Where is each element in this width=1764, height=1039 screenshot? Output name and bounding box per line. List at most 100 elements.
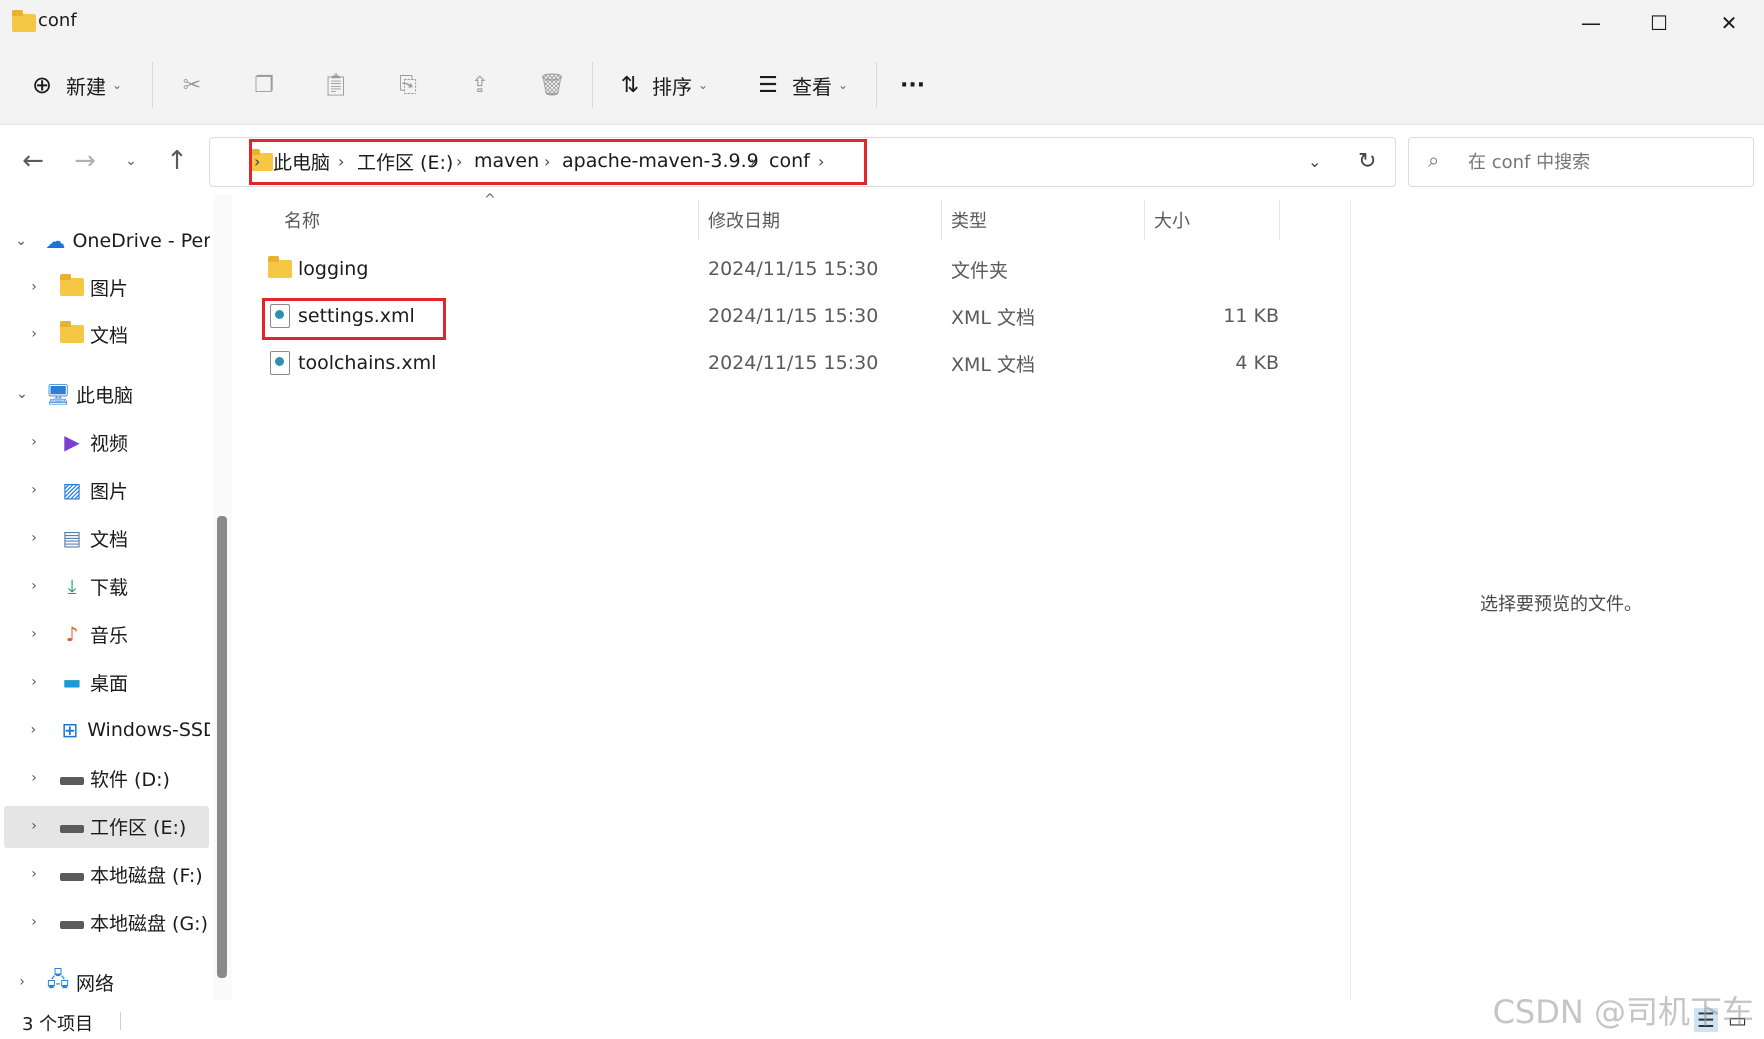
sidebar-item[interactable]: ⌄ ☁ OneDrive - Pers	[0, 218, 210, 264]
sidebar-item[interactable]: › ♪ 音乐	[0, 611, 210, 657]
more-options-button[interactable]: ···	[900, 46, 925, 124]
chevron-right-icon[interactable]: ›	[22, 530, 46, 546]
sort-button[interactable]: ⇅ 排序 ⌄	[616, 46, 708, 124]
arrow-right-icon: →	[74, 146, 96, 176]
new-label: 新建	[66, 74, 106, 99]
share-button[interactable]: ⇪	[466, 46, 494, 124]
cut-button[interactable]: ✂	[178, 46, 206, 124]
file-type: XML 文档	[951, 353, 1036, 376]
copy-button[interactable]: ❐	[250, 46, 278, 124]
column-header-name[interactable]: 名称	[284, 200, 320, 240]
drive-shape	[60, 777, 84, 785]
column-divider[interactable]	[1279, 200, 1280, 240]
sidebar-item[interactable]: › ▤ 文档	[0, 515, 210, 561]
drive-icon	[60, 819, 84, 833]
paste-button[interactable]: 📋︎	[322, 46, 350, 124]
sidebar-item[interactable]: › ⤓ 下载	[0, 563, 210, 609]
documents-icon: ▤	[62, 526, 82, 550]
sidebar-item[interactable]: › 工作区 (E:)	[0, 803, 210, 849]
scissors-icon: ✂	[182, 72, 202, 98]
new-button[interactable]: ⊕ 新建 ⌄	[28, 46, 122, 124]
chevron-right-icon[interactable]: ›	[22, 722, 45, 738]
folder-shape	[60, 274, 84, 296]
close-icon: ✕	[1720, 11, 1738, 35]
chevron-right-icon[interactable]: ›	[22, 818, 46, 834]
chevron-down-icon: ⌄	[125, 153, 137, 169]
recent-locations-button[interactable]: ⌄	[110, 140, 152, 182]
file-row-toolchains-xml[interactable]: toolchains.xml 2024/11/15 15:30 XML 文档 4…	[264, 341, 1284, 385]
search-icon: ⌕	[1428, 148, 1440, 172]
minimize-button[interactable]: —	[1556, 0, 1626, 46]
sidebar-item[interactable]: › 🖧 网络	[0, 959, 210, 1005]
chevron-right-icon[interactable]: ›	[22, 866, 46, 882]
folder-icon	[268, 256, 292, 278]
sidebar-item-label: 本地磁盘 (F:)	[90, 864, 203, 887]
chevron-right-icon[interactable]: ›	[22, 914, 46, 930]
up-button[interactable]: ↑	[156, 140, 198, 182]
column-header-size[interactable]: 大小	[1154, 200, 1190, 240]
chevron-right-icon[interactable]: ›	[22, 434, 46, 450]
chevron-right-icon[interactable]: ›	[22, 626, 46, 642]
file-modified: 2024/11/15 15:30	[708, 258, 879, 280]
drive-icon	[60, 915, 84, 929]
column-header-modified[interactable]: 修改日期	[708, 200, 780, 240]
sidebar-item[interactable]: › ▶ 视频	[0, 419, 210, 465]
sidebar-item[interactable]: › 本地磁盘 (G:)	[0, 899, 210, 945]
sidebar-item-label: 文档	[90, 528, 129, 551]
sidebar-item[interactable]: › 图片	[0, 264, 210, 310]
chevron-right-icon[interactable]: ›	[10, 974, 34, 990]
close-button[interactable]: ✕	[1694, 0, 1764, 46]
delete-button[interactable]: 🗑︎	[538, 46, 566, 124]
onedrive-icon: ☁	[45, 229, 66, 253]
view-button[interactable]: ☰ 查看 ⌄	[754, 46, 848, 124]
preview-message: 选择要预览的文件。	[1480, 594, 1642, 615]
drive-shape	[60, 921, 84, 929]
minimize-icon: —	[1581, 11, 1601, 35]
sort-ascending-icon: ^	[484, 192, 496, 208]
sidebar-item[interactable]: › 软件 (D:)	[0, 755, 210, 801]
address-highlight-box	[249, 139, 867, 185]
file-size: 4 KB	[1235, 352, 1279, 374]
sidebar-item-label: 下载	[90, 576, 129, 599]
column-divider[interactable]	[1144, 200, 1145, 240]
sidebar-item-label: Windows-SSD	[87, 719, 210, 741]
search-input[interactable]	[1466, 146, 1740, 178]
chevron-down-icon: ⌄	[1308, 151, 1322, 171]
chevron-down-icon[interactable]: ⌄	[10, 386, 34, 402]
back-button[interactable]: ←	[12, 140, 54, 182]
column-divider[interactable]	[941, 200, 942, 240]
sidebar-item[interactable]: › 文档	[0, 311, 210, 357]
chevron-right-icon[interactable]: ›	[22, 674, 46, 690]
sidebar-item[interactable]: › ▨ 图片	[0, 467, 210, 513]
drive-shape	[60, 825, 84, 833]
chevron-right-icon[interactable]: ›	[22, 770, 46, 786]
column-divider[interactable]	[698, 200, 699, 240]
column-header-type[interactable]: 类型	[951, 200, 987, 240]
window-title: conf	[38, 10, 77, 31]
sidebar-item-label: OneDrive - Pers	[72, 230, 210, 252]
forward-button[interactable]: →	[64, 140, 106, 182]
chevron-down-icon[interactable]: ⌄	[10, 233, 32, 249]
chevron-right-icon[interactable]: ›	[22, 482, 46, 498]
drive-icon	[60, 867, 84, 881]
sidebar-item[interactable]: › 本地磁盘 (F:)	[0, 851, 210, 897]
maximize-button[interactable]: ☐	[1624, 0, 1694, 46]
refresh-icon: ↻	[1358, 148, 1377, 174]
file-modified: 2024/11/15 15:30	[708, 305, 879, 327]
xml-file-icon	[270, 351, 290, 375]
sidebar-item[interactable]: › ⊞ Windows-SSD	[0, 707, 210, 753]
sidebar-item-label: 软件 (D:)	[90, 768, 170, 791]
chevron-right-icon[interactable]: ›	[22, 326, 46, 342]
sidebar-item-label: 视频	[90, 432, 129, 455]
chevron-right-icon[interactable]: ›	[22, 279, 46, 295]
sidebar-item[interactable]: › ▬ 桌面	[0, 659, 210, 705]
preview-divider	[1350, 200, 1351, 1000]
rename-button[interactable]: ⎘	[394, 46, 422, 124]
address-history-dropdown[interactable]: ⌄	[1308, 137, 1321, 185]
file-row-logging[interactable]: logging 2024/11/15 15:30 文件夹	[264, 247, 1284, 291]
sidebar-scroll-thumb[interactable]	[217, 516, 227, 978]
refresh-button[interactable]: ↻	[1358, 137, 1376, 185]
status-divider	[120, 1012, 121, 1030]
chevron-right-icon[interactable]: ›	[22, 578, 46, 594]
sidebar-item[interactable]: ⌄ 🖥︎ 此电脑	[0, 371, 210, 417]
